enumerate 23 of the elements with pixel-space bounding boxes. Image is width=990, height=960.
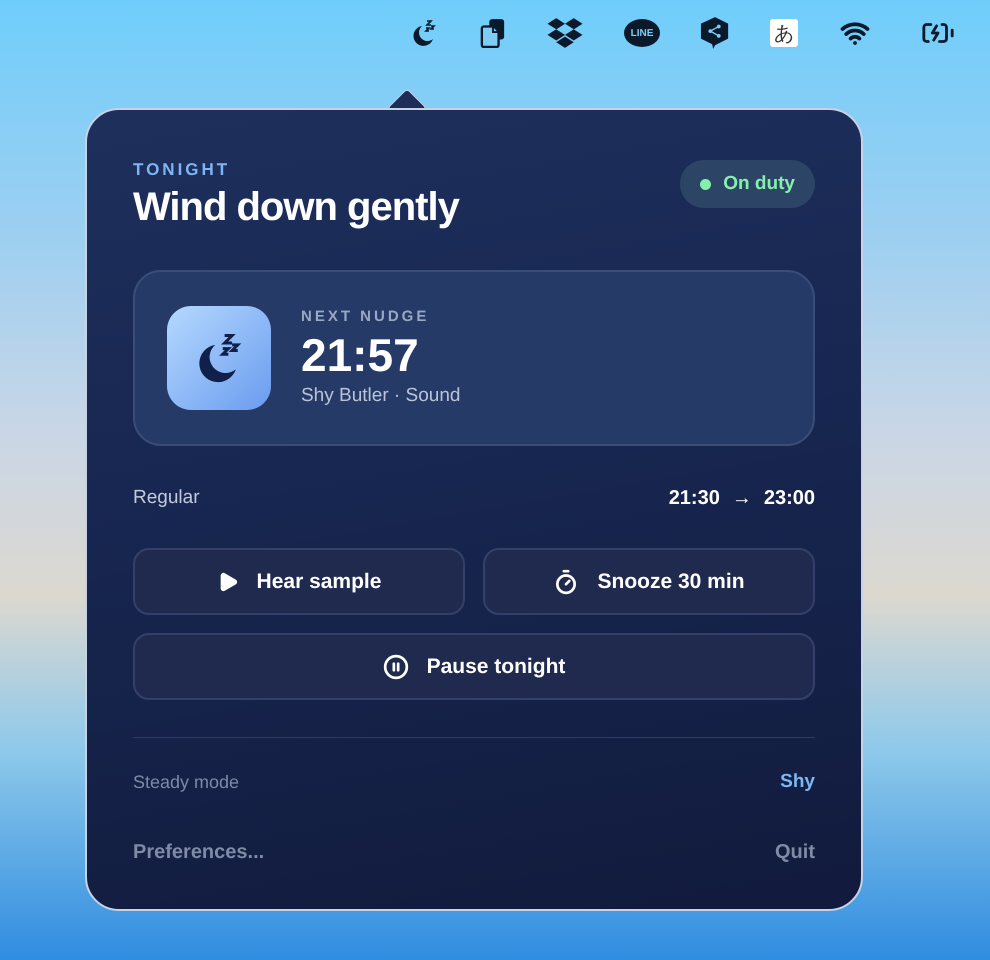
arrow-glyph: → [732, 486, 752, 511]
dropbox-icon[interactable] [546, 16, 584, 50]
preferences-link[interactable]: Preferences... [133, 836, 264, 866]
status-label: On duty [723, 172, 795, 196]
nudge-detail: Shy Butler · Sound [301, 384, 460, 408]
mode-label: Steady mode [133, 770, 240, 794]
share-icon[interactable] [700, 16, 730, 50]
action-button[interactable]: Pause tonight [133, 633, 815, 700]
action-button[interactable]: Snooze 30 min [483, 548, 815, 615]
chat-bubble-icon[interactable]: LINE [624, 19, 660, 47]
action-button[interactable]: Hear sample [133, 548, 465, 615]
schedule-end: 23:00 [764, 486, 815, 511]
quit-link[interactable]: Quit [775, 836, 815, 866]
schedule-name: Regular [133, 486, 200, 510]
mode-value[interactable]: Shy [780, 768, 815, 796]
input-method-indicator[interactable]: あ [770, 19, 798, 47]
schedule-start: 21:30 [668, 486, 720, 511]
panel-title: Wind down gently [133, 184, 459, 231]
pause-icon [382, 654, 409, 680]
nudge-time: 21:57 [301, 328, 420, 382]
card-label: NEXT NUDGE [301, 306, 430, 326]
section-eyebrow: TONIGHT [133, 160, 232, 180]
documents-icon[interactable] [480, 18, 506, 48]
